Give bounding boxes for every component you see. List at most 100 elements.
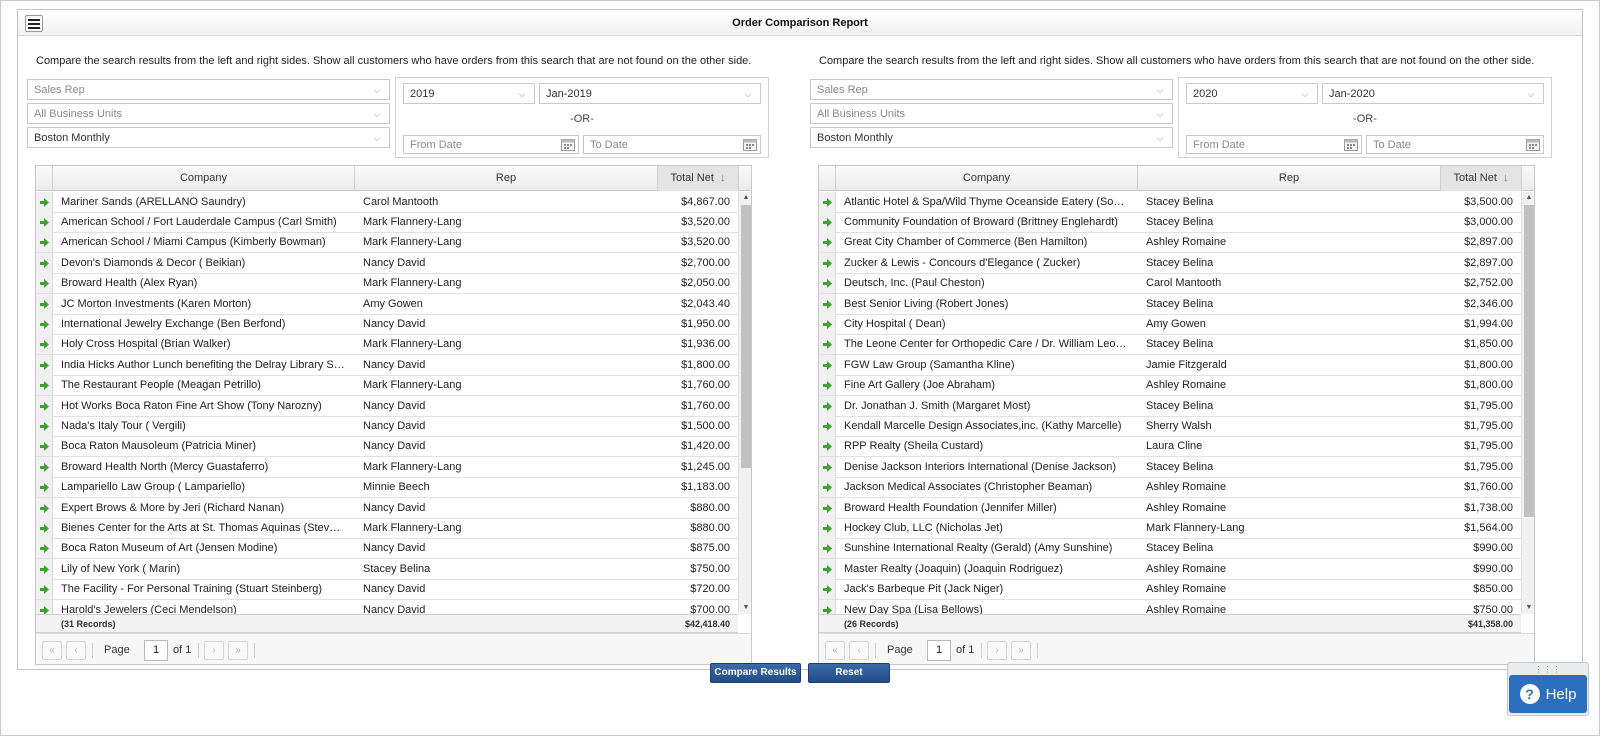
table-row[interactable]: American School / Miami Campus (Kimberly… — [36, 232, 738, 253]
calendar-icon[interactable] — [1344, 138, 1358, 151]
drag-handle-icon[interactable]: ⋮⋮⋮ — [1508, 665, 1588, 674]
expand-row-icon[interactable] — [36, 416, 53, 436]
expand-row-icon[interactable] — [819, 232, 836, 252]
table-row[interactable]: Dr. Jonathan J. Smith (Margaret Most) Sta… — [819, 396, 1521, 417]
page-number-input[interactable]: 1 — [144, 640, 168, 661]
table-row[interactable]: JC Morton Investments (Karen Morton) Amy … — [36, 294, 738, 315]
expand-row-icon[interactable] — [36, 273, 53, 293]
expand-row-icon[interactable] — [819, 192, 836, 212]
expand-row-icon[interactable] — [36, 355, 53, 375]
expand-row-icon[interactable] — [819, 273, 836, 293]
reset-button[interactable]: Reset — [808, 663, 890, 683]
table-row[interactable]: FGW Law Group (Samantha Kline) Jamie Fitz… — [819, 355, 1521, 376]
table-row[interactable]: Hockey Club, LLC (Nicholas Jet) Mark Flan… — [819, 518, 1521, 539]
table-row[interactable]: Harold's Jewelers (Ceci Mendelson) Nancy … — [36, 600, 738, 614]
table-row[interactable]: Best Senior Living (Robert Jones) Stacey … — [819, 294, 1521, 315]
right-year-select[interactable]: 2020 ⌵ — [1186, 83, 1318, 104]
left-business-units-select[interactable]: All Business Units ⌵ — [27, 103, 390, 124]
prev-page-button[interactable]: ‹ — [66, 641, 86, 660]
next-page-button[interactable]: › — [987, 641, 1007, 660]
company-column-header[interactable]: Company — [53, 166, 355, 191]
table-row[interactable]: Lampariello Law Group ( Lampariello) Minn… — [36, 477, 738, 498]
expand-row-icon[interactable] — [819, 518, 836, 538]
expand-row-icon[interactable] — [819, 600, 836, 614]
left-year-select[interactable]: 2019 ⌵ — [403, 83, 535, 104]
right-to-date-input[interactable]: To Date — [1366, 135, 1544, 154]
expand-row-icon[interactable] — [36, 294, 53, 314]
table-row[interactable]: Fine Art Gallery (Joe Abraham) Ashley Rom… — [819, 375, 1521, 396]
expand-row-icon[interactable] — [36, 518, 53, 538]
table-row[interactable]: Jack's Barbeque Pit (Jack Niger) Ashley R… — [819, 579, 1521, 600]
right-month-select[interactable]: Jan-2020 ⌵ — [1322, 83, 1544, 104]
expand-row-icon[interactable] — [36, 232, 53, 252]
expand-row-icon[interactable] — [819, 498, 836, 518]
table-row[interactable]: Deutsch, Inc. (Paul Cheston) Carol Mantoo… — [819, 273, 1521, 294]
table-row[interactable]: Great City Chamber of Commerce (Ben Hami… — [819, 232, 1521, 253]
scroll-down-icon[interactable]: ▼ — [1522, 602, 1534, 614]
table-row[interactable]: Denise Jackson Interiors International (… — [819, 457, 1521, 478]
first-page-button[interactable]: « — [42, 641, 62, 660]
expand-row-icon[interactable] — [36, 396, 53, 416]
expand-row-icon[interactable] — [819, 477, 836, 497]
table-row[interactable]: Hot Works Boca Raton Fine Art Show (Tony… — [36, 396, 738, 417]
expand-row-icon[interactable] — [819, 375, 836, 395]
table-row[interactable]: International Jewelry Exchange (Ben Berf… — [36, 314, 738, 335]
expand-row-icon[interactable] — [36, 457, 53, 477]
page-number-input[interactable]: 1 — [927, 640, 951, 661]
last-page-button[interactable]: » — [1011, 641, 1031, 660]
next-page-button[interactable]: › — [204, 641, 224, 660]
table-row[interactable]: Devon's Diamonds & Decor ( Beikian) Nancy… — [36, 253, 738, 274]
expand-row-icon[interactable] — [819, 457, 836, 477]
expand-row-icon[interactable] — [819, 579, 836, 599]
table-row[interactable]: Holy Cross Hospital (Brian Walker) Mark F… — [36, 334, 738, 355]
first-page-button[interactable]: « — [825, 641, 845, 660]
table-row[interactable]: Kendall Marcelle Design Associates,inc. … — [819, 416, 1521, 437]
calendar-icon[interactable] — [743, 138, 757, 151]
table-row[interactable]: Boca Raton Mausoleum (Patricia Miner) Nan… — [36, 436, 738, 457]
compare-results-button[interactable]: Compare Results — [710, 663, 801, 683]
left-to-date-input[interactable]: To Date — [583, 135, 761, 154]
right-grid-scrollbar[interactable]: ▲ ▼ — [1521, 192, 1534, 614]
table-row[interactable]: RPP Realty (Sheila Custard) Laura Cline $1… — [819, 436, 1521, 457]
total-net-column-header[interactable]: Total Net ↓ — [1441, 166, 1522, 191]
left-month-select[interactable]: Jan-2019 ⌵ — [539, 83, 761, 104]
expand-row-icon[interactable] — [819, 334, 836, 354]
table-row[interactable]: Community Foundation of Broward (Brittne… — [819, 212, 1521, 233]
right-business-units-select[interactable]: All Business Units ⌵ — [810, 103, 1173, 124]
table-row[interactable]: The Leone Center for Orthopedic Care / D… — [819, 334, 1521, 355]
expand-row-icon[interactable] — [36, 334, 53, 354]
expand-row-icon[interactable] — [36, 600, 53, 614]
table-row[interactable]: The Facility - For Personal Training (St… — [36, 579, 738, 600]
table-row[interactable]: Boca Raton Museum of Art (Jensen Modine)… — [36, 538, 738, 559]
right-scroll-thumb[interactable] — [1524, 205, 1534, 517]
right-from-date-input[interactable]: From Date — [1186, 135, 1362, 154]
expand-row-icon[interactable] — [819, 416, 836, 436]
table-row[interactable]: Atlantic Hotel & Spa/Wild Thyme Oceansid… — [819, 192, 1521, 213]
expand-row-icon[interactable] — [36, 253, 53, 273]
scroll-up-icon[interactable]: ▲ — [1522, 192, 1534, 204]
left-scroll-thumb[interactable] — [741, 205, 751, 468]
table-row[interactable]: Jackson Medical Associates (Christopher … — [819, 477, 1521, 498]
expand-row-icon[interactable] — [36, 579, 53, 599]
table-row[interactable]: Master Realty (Joaquin) (Joaquin Rodrigu… — [819, 559, 1521, 580]
scroll-up-icon[interactable]: ▲ — [739, 192, 751, 204]
table-row[interactable]: Expert Brows & More by Jeri (Richard Nan… — [36, 498, 738, 519]
total-net-column-header[interactable]: Total Net ↓ — [658, 166, 739, 191]
company-column-header[interactable]: Company — [836, 166, 1138, 191]
table-row[interactable]: India Hicks Author Lunch benefiting the … — [36, 355, 738, 376]
calendar-icon[interactable] — [1526, 138, 1540, 151]
table-row[interactable]: Broward Health Foundation (Jennifer Mill… — [819, 498, 1521, 519]
expand-row-icon[interactable] — [819, 314, 836, 334]
rep-column-header[interactable]: Rep — [1138, 166, 1441, 191]
expand-row-icon[interactable] — [819, 396, 836, 416]
expand-row-icon[interactable] — [36, 314, 53, 334]
expand-row-icon[interactable] — [36, 559, 53, 579]
table-row[interactable]: Lily of New York ( Marin) Stacey Belina $7… — [36, 559, 738, 580]
left-from-date-input[interactable]: From Date — [403, 135, 579, 154]
expand-row-icon[interactable] — [36, 192, 53, 212]
expand-row-icon[interactable] — [36, 436, 53, 456]
expand-row-icon[interactable] — [36, 212, 53, 232]
expand-row-icon[interactable] — [819, 212, 836, 232]
table-row[interactable]: The Restaurant People (Meagan Petrillo) M… — [36, 375, 738, 396]
table-row[interactable]: Zucker & Lewis - Concours d'Elegance ( Z… — [819, 253, 1521, 274]
